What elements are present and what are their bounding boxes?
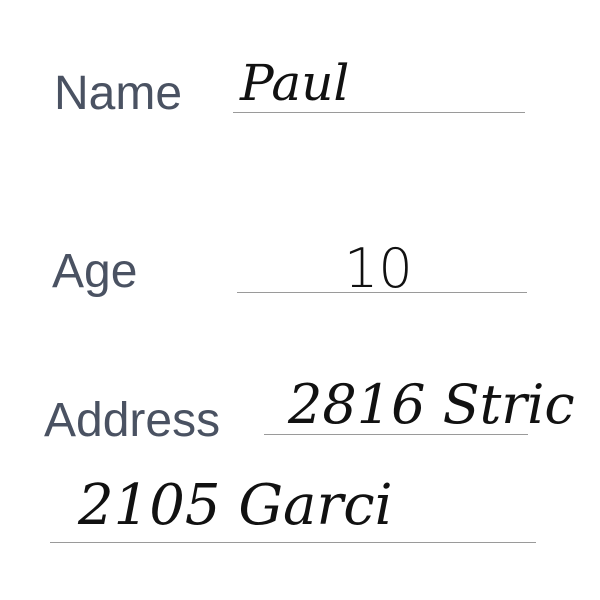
address-line1-value[interactable]: 2816 Stric bbox=[288, 378, 575, 432]
address-line2-value[interactable]: 2105 Garci bbox=[78, 478, 392, 534]
age-label: Age bbox=[52, 245, 138, 298]
address-line1-field-line bbox=[264, 434, 528, 435]
name-value[interactable]: Paul bbox=[240, 58, 349, 108]
name-field-line bbox=[233, 112, 525, 113]
address-line2-field-line bbox=[50, 542, 536, 543]
name-label: Name bbox=[54, 67, 183, 120]
age-field-line bbox=[237, 292, 527, 293]
address-label: Address bbox=[44, 394, 221, 447]
age-value[interactable]: 10 bbox=[344, 242, 413, 296]
